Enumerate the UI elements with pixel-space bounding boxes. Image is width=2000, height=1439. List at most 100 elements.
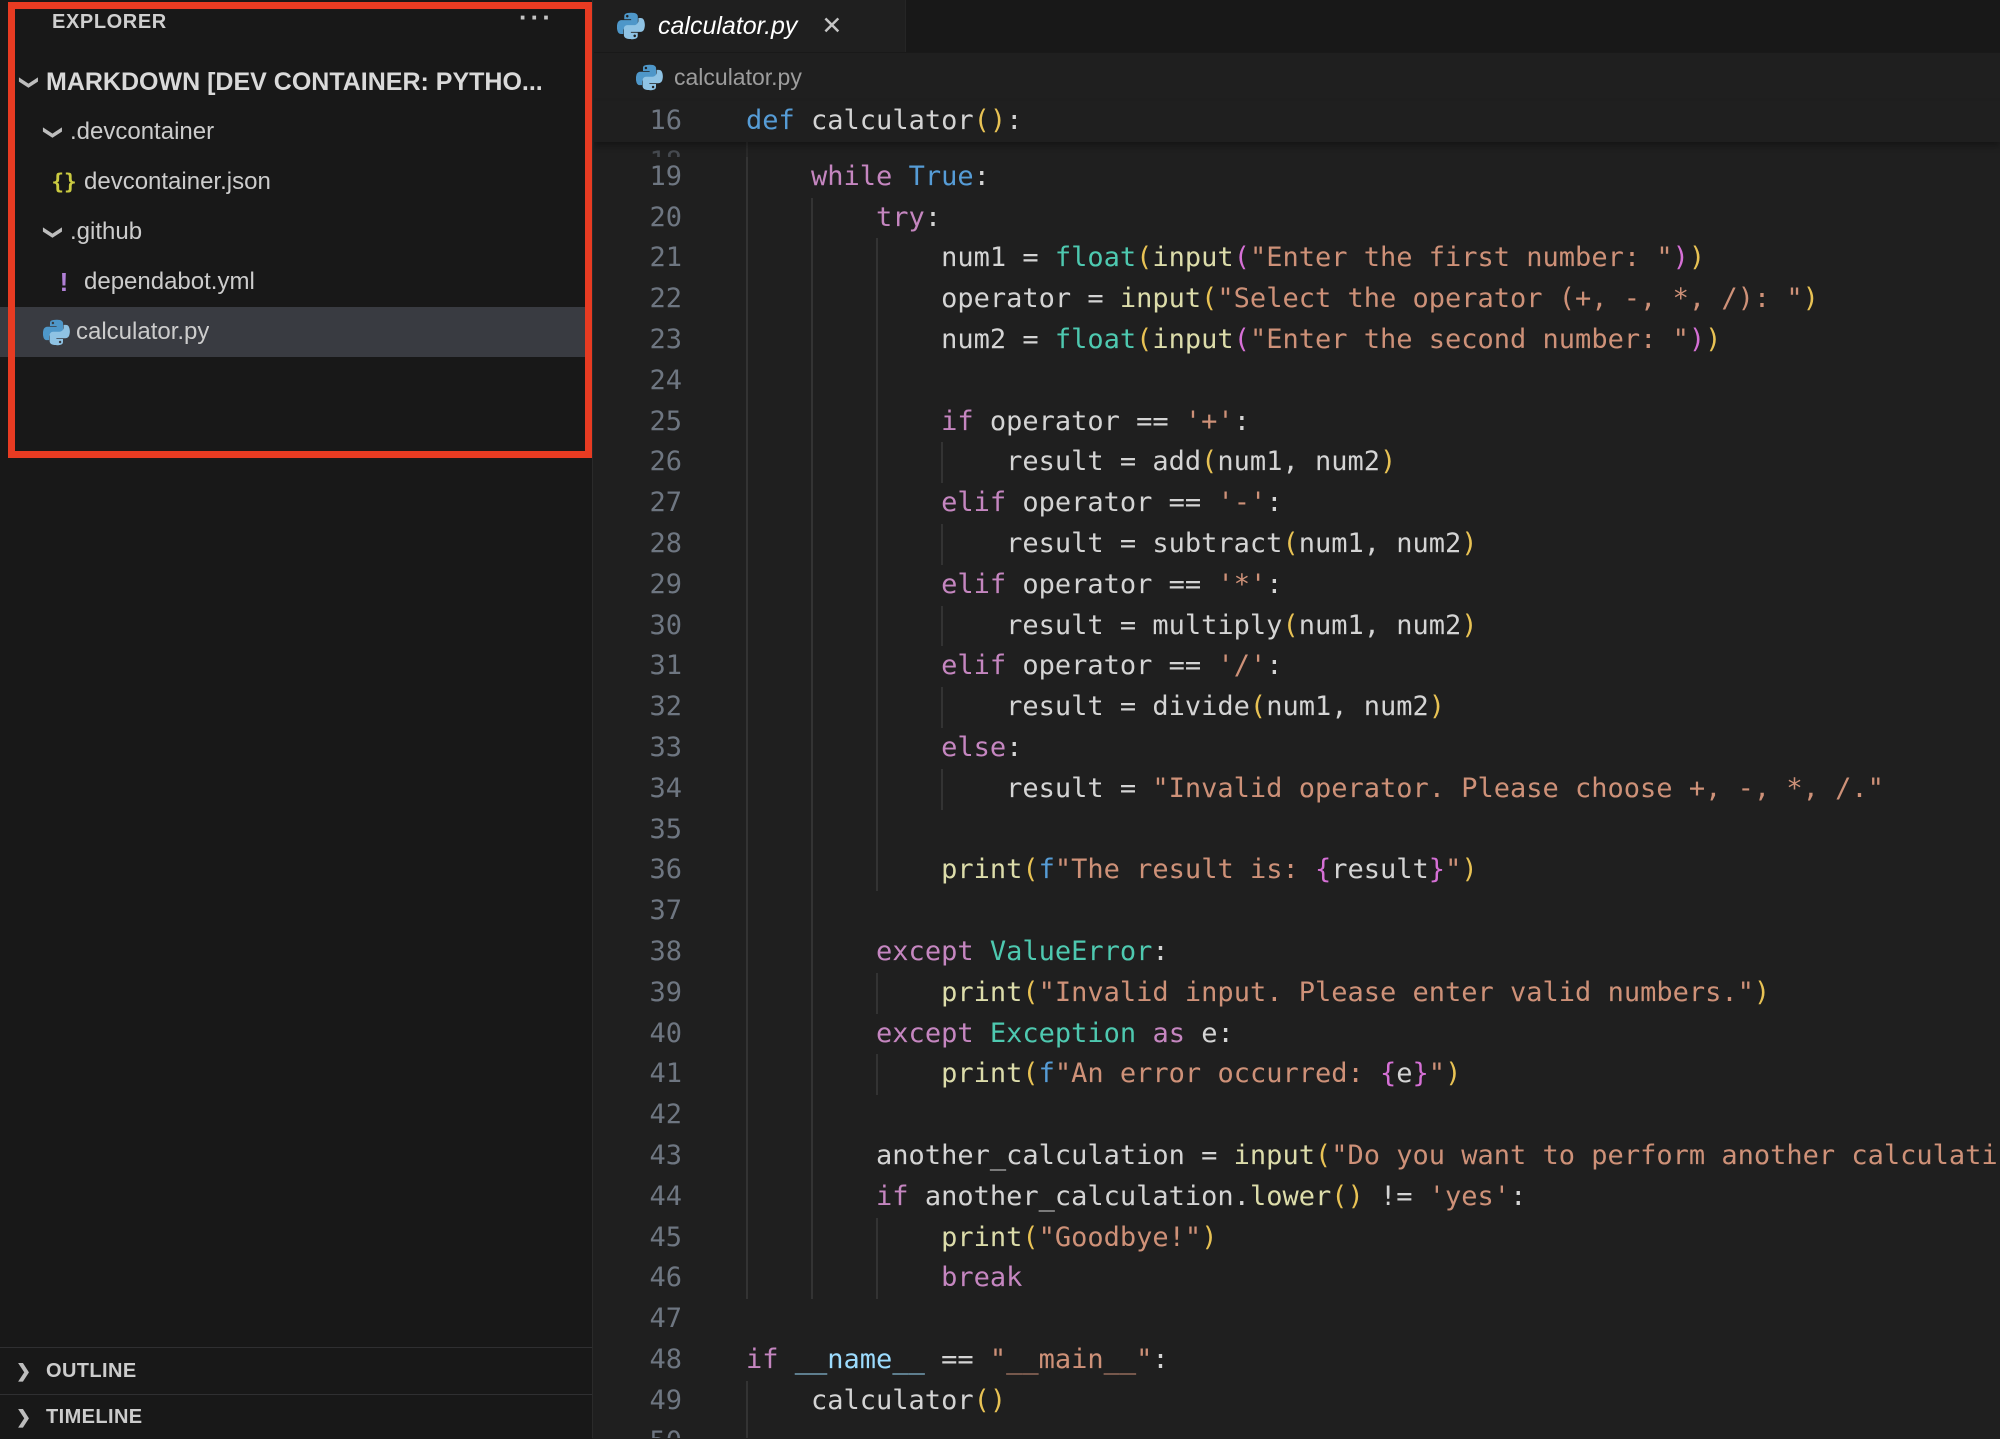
breadcrumb[interactable]: calculator.py bbox=[594, 53, 2000, 101]
indent-guide bbox=[876, 524, 878, 565]
code-token: ( bbox=[1201, 283, 1217, 314]
code-line-47[interactable]: 47 bbox=[594, 1299, 2000, 1340]
indent-guide bbox=[746, 1095, 748, 1136]
code-line-19[interactable]: 19 while True: bbox=[594, 157, 2000, 198]
code-line-38[interactable]: 38 except ValueError: bbox=[594, 932, 2000, 973]
code-token bbox=[746, 1222, 941, 1253]
code-line-23[interactable]: 23 num2 = float(input("Enter the second … bbox=[594, 320, 2000, 361]
code-line-39[interactable]: 39 print("Invalid input. Please enter va… bbox=[594, 973, 2000, 1014]
line-number: 35 bbox=[594, 810, 694, 851]
code-token: : bbox=[974, 161, 990, 192]
code-line-48[interactable]: 48if __name__ == "__main__": bbox=[594, 1340, 2000, 1381]
code-line-45[interactable]: 45 print("Goodbye!") bbox=[594, 1218, 2000, 1259]
more-actions-icon[interactable]: ··· bbox=[519, 0, 554, 34]
code-lines[interactable]: 19 while True:20 try:21 num1 = float(inp… bbox=[594, 157, 2000, 1438]
code-token bbox=[746, 977, 941, 1008]
code-line-41[interactable]: 41 print(f"An error occurred: {e}") bbox=[594, 1054, 2000, 1095]
code-line-20[interactable]: 20 try: bbox=[594, 198, 2000, 239]
tree-item-dependabot-yml[interactable]: !dependabot.yml bbox=[0, 257, 592, 307]
code-line-50[interactable]: 50 bbox=[594, 1422, 2000, 1439]
code-content: num1 = float(input("Enter the first numb… bbox=[746, 238, 2000, 279]
code-line-31[interactable]: 31 elif operator == '/': bbox=[594, 646, 2000, 687]
tree-item-label: devcontainer.json bbox=[84, 168, 271, 196]
tab-label: calculator.py bbox=[658, 12, 797, 41]
indent-guide bbox=[811, 442, 813, 483]
indent-guide bbox=[876, 810, 878, 851]
code-line-49[interactable]: 49 calculator() bbox=[594, 1381, 2000, 1422]
code-line-22[interactable]: 22 operator = input("Select the operator… bbox=[594, 279, 2000, 320]
outline-section-header[interactable]: ❯ OUTLINE bbox=[0, 1347, 592, 1394]
code-token: "Enter the second number: " bbox=[1250, 324, 1689, 355]
line-number: 20 bbox=[594, 198, 694, 239]
timeline-section-header[interactable]: ❯ TIMELINE bbox=[0, 1394, 592, 1439]
code-line-24[interactable]: 24 bbox=[594, 361, 2000, 402]
code-line-46[interactable]: 46 break bbox=[594, 1258, 2000, 1299]
code-line-42[interactable]: 42 bbox=[594, 1095, 2000, 1136]
code-content: num2 = float(input("Enter the second num… bbox=[746, 320, 2000, 361]
code-content bbox=[746, 1095, 2000, 1136]
sticky-scroll-line[interactable]: 16def calculator(): bbox=[594, 101, 2000, 142]
code-line-21[interactable]: 21 num1 = float(input("Enter the first n… bbox=[594, 238, 2000, 279]
indent-guide bbox=[746, 850, 748, 891]
code-line-28[interactable]: 28 result = subtract(num1, num2) bbox=[594, 524, 2000, 565]
editor-area[interactable]: calculator.py ✕ calculator.py 16def calc… bbox=[594, 0, 2000, 1438]
code-line-33[interactable]: 33 else: bbox=[594, 728, 2000, 769]
code-line-34[interactable]: 34 result = "Invalid operator. Please ch… bbox=[594, 769, 2000, 810]
indent-guide bbox=[941, 442, 943, 483]
indent-guide bbox=[876, 565, 878, 606]
python-icon bbox=[634, 64, 664, 91]
tree-item-devcontainer-json[interactable]: {}devcontainer.json bbox=[0, 157, 592, 207]
code-token: "The result is: bbox=[1055, 854, 1315, 885]
code-token: e bbox=[1396, 1058, 1412, 1089]
code-token: ( bbox=[1022, 854, 1038, 885]
indent-guide bbox=[746, 1054, 748, 1095]
code-token: True bbox=[909, 161, 974, 192]
code-line-25[interactable]: 25 if operator == '+': bbox=[594, 402, 2000, 443]
line-number: 37 bbox=[594, 891, 694, 932]
code-line-32[interactable]: 32 result = divide(num1, num2) bbox=[594, 687, 2000, 728]
code-line-29[interactable]: 29 elif operator == '*': bbox=[594, 565, 2000, 606]
code-token: ) bbox=[1380, 446, 1396, 477]
tree-item-devcontainer[interactable]: ❯.devcontainer bbox=[0, 107, 592, 157]
tree-item-markdown-dev-container-pytho[interactable]: ❯MARKDOWN [DEV CONTAINER: PYTHO... bbox=[0, 57, 592, 107]
code-content: while True: bbox=[746, 157, 2000, 198]
code-line-36[interactable]: 36 print(f"The result is: {result}") bbox=[594, 850, 2000, 891]
tree-item-github[interactable]: ❯.github bbox=[0, 207, 592, 257]
code-token: result = divide bbox=[746, 691, 1250, 722]
indent-guide bbox=[941, 524, 943, 565]
line-number: 18 bbox=[594, 142, 694, 157]
indent-guide bbox=[811, 769, 813, 810]
code-token: '+' bbox=[1185, 406, 1234, 437]
code-token: elif bbox=[941, 487, 1006, 518]
code-token: '-' bbox=[1217, 487, 1266, 518]
code-line-26[interactable]: 26 result = add(num1, num2) bbox=[594, 442, 2000, 483]
code-content: result = add(num1, num2) bbox=[746, 442, 2000, 483]
code-content: try: bbox=[746, 198, 2000, 239]
line-number: 44 bbox=[594, 1177, 694, 1218]
line-number: 28 bbox=[594, 524, 694, 565]
code-content: if operator == '+': bbox=[746, 402, 2000, 443]
code-token: ) bbox=[1673, 242, 1689, 273]
indent-guide bbox=[811, 1258, 813, 1299]
indent-guide bbox=[811, 238, 813, 279]
code-line-35[interactable]: 35 bbox=[594, 810, 2000, 851]
line-number: 36 bbox=[594, 850, 694, 891]
tree-item-calculator-py[interactable]: calculator.py bbox=[0, 307, 592, 357]
indent-guide bbox=[746, 932, 748, 973]
code-line-30[interactable]: 30 result = multiply(num1, num2) bbox=[594, 606, 2000, 647]
code-line-sticky-16[interactable]: 16def calculator(): bbox=[594, 101, 2000, 142]
tree-item-label: calculator.py bbox=[76, 318, 209, 346]
file-tree: ❯MARKDOWN [DEV CONTAINER: PYTHO...❯.devc… bbox=[0, 57, 592, 357]
code-line-43[interactable]: 43 another_calculation = input("Do you w… bbox=[594, 1136, 2000, 1177]
code-line-44[interactable]: 44 if another_calculation.lower() != 'ye… bbox=[594, 1177, 2000, 1218]
indent-guide bbox=[811, 565, 813, 606]
tab-calculator-py[interactable]: calculator.py ✕ bbox=[594, 0, 906, 52]
code-token: : bbox=[1006, 105, 1022, 136]
close-icon[interactable]: ✕ bbox=[821, 14, 842, 39]
code-line-37[interactable]: 37 bbox=[594, 891, 2000, 932]
code-token: operator = bbox=[746, 283, 1120, 314]
braces-icon: {} bbox=[44, 170, 84, 194]
code-line-27[interactable]: 27 elif operator == '-': bbox=[594, 483, 2000, 524]
code-token: "An error occurred: bbox=[1055, 1058, 1380, 1089]
code-line-40[interactable]: 40 except Exception as e: bbox=[594, 1014, 2000, 1055]
